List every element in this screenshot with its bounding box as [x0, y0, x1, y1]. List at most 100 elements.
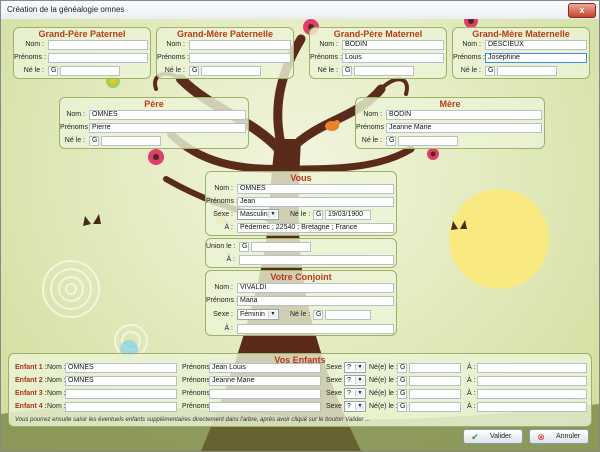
ne-le-input[interactable]	[101, 136, 161, 146]
child-sexe-select[interactable]: ? ▼	[344, 388, 366, 399]
ne-le-prefix[interactable]: G	[48, 66, 58, 76]
prenoms-input[interactable]	[48, 53, 148, 63]
ne-le-prefix[interactable]: G	[313, 310, 323, 320]
ne-le-prefix[interactable]: G	[342, 66, 352, 76]
child-label: Enfant 3 :	[15, 390, 47, 397]
child-nee-le-prefix[interactable]: G	[397, 389, 407, 399]
child-prenoms-input[interactable]	[209, 389, 321, 399]
child-prenoms-input[interactable]: Jeanne Marie	[209, 376, 321, 386]
prenoms-label: Prénoms :	[157, 54, 189, 61]
child-label: Enfant 4 :	[15, 403, 47, 410]
nom-label: Nom :	[47, 364, 66, 371]
nom-input[interactable]: OMNES	[89, 110, 246, 120]
prenoms-input[interactable]: Louis	[342, 53, 444, 63]
prenoms-input[interactable]: Jean	[237, 197, 394, 207]
nee-le-label: Né(e) le :	[369, 390, 398, 397]
chevron-down-icon: ▼	[268, 211, 277, 218]
ne-le-input[interactable]: 19/03/1900	[325, 210, 371, 220]
child-nee-le-input[interactable]	[409, 402, 461, 412]
ne-le-prefix[interactable]: G	[386, 136, 396, 146]
ne-le-prefix[interactable]: G	[313, 210, 323, 220]
child-nom-input[interactable]: OMNES	[65, 363, 177, 373]
child-sexe-select[interactable]: ? ▼	[344, 375, 366, 386]
nom-input[interactable]: DESCIEUX	[485, 40, 587, 50]
child-sexe-select[interactable]: ? ▼	[344, 401, 366, 412]
child-lieu-input[interactable]	[477, 389, 587, 399]
panel-grand-pere-maternel: Grand-Père Maternel Nom : BODIN Prénoms …	[309, 27, 447, 79]
sexe-label: Sexe :	[326, 403, 346, 410]
child-prenoms-input[interactable]	[209, 402, 321, 412]
sexe-select[interactable]: Masculin ▼	[237, 209, 279, 220]
child-lieu-input[interactable]	[477, 402, 587, 412]
nom-label: Nom :	[462, 41, 481, 48]
nom-input[interactable]	[189, 40, 291, 50]
sexe-select[interactable]: Féminin ▼	[237, 309, 279, 320]
prenoms-label: Prénoms :	[14, 54, 46, 61]
nom-label: Nom :	[363, 111, 382, 118]
child-nee-le-prefix[interactable]: G	[397, 363, 407, 373]
child-nom-input[interactable]	[65, 389, 177, 399]
panel-title: Grand-Mère Paternelle	[176, 29, 274, 39]
child-lieu-input[interactable]	[477, 376, 587, 386]
nom-input[interactable]: OMNES	[237, 184, 394, 194]
prenoms-input[interactable]: Jeanne Marie	[386, 123, 542, 133]
lieu-input[interactable]: Pédernec ; 22540 ; Bretagne ; France	[237, 223, 394, 233]
a-label: À :	[226, 256, 235, 263]
valider-label: Valider	[490, 433, 512, 440]
prenoms-input[interactable]	[189, 53, 291, 63]
a-label: À :	[467, 377, 476, 384]
panel-grand-mere-paternelle: Grand-Mère Paternelle Nom : Prénoms : Né…	[156, 27, 294, 79]
ne-le-label: Né le :	[317, 67, 338, 74]
union-lieu-input[interactable]	[239, 255, 394, 265]
panel-title: Vous	[290, 173, 312, 183]
child-sexe-select[interactable]: ? ▼	[344, 362, 366, 373]
prenoms-input[interactable]: Maria	[237, 296, 394, 306]
sexe-label: Sexe :	[326, 364, 346, 371]
nom-label: Nom :	[66, 111, 85, 118]
ne-le-input[interactable]	[398, 136, 458, 146]
ne-le-input[interactable]	[325, 310, 371, 320]
child-lieu-input[interactable]	[477, 363, 587, 373]
nom-input[interactable]: VIVALDI	[237, 283, 394, 293]
nom-label: Nom :	[47, 377, 66, 384]
ne-le-prefix[interactable]: G	[89, 136, 99, 146]
union-le-prefix[interactable]: G	[239, 242, 249, 252]
a-label: À :	[224, 325, 233, 332]
nom-input[interactable]	[48, 40, 148, 50]
panel-pere: Père Nom : OMNES Prénoms : Pierre Né le …	[59, 97, 249, 149]
annuler-button[interactable]: ⊗ Annuler	[529, 429, 589, 444]
ne-le-input[interactable]	[201, 66, 261, 76]
nom-input[interactable]: BODIN	[386, 110, 542, 120]
panel-title: Grand-Père Maternel	[333, 29, 423, 39]
nom-label: Nom :	[214, 185, 233, 192]
sexe-value: ?	[347, 364, 351, 371]
prenoms-input[interactable]: Joséphine	[485, 53, 587, 63]
nom-label: Nom :	[214, 284, 233, 291]
panel-conjoint: Votre Conjoint Nom : VIVALDI Prénoms : M…	[205, 270, 397, 336]
panel-grand-mere-maternelle: Grand-Mère Maternelle Nom : DESCIEUX Pré…	[452, 27, 590, 79]
child-nee-le-prefix[interactable]: G	[397, 402, 407, 412]
child-nee-le-prefix[interactable]: G	[397, 376, 407, 386]
child-nee-le-input[interactable]	[409, 389, 461, 399]
panel-title: Mère	[439, 99, 461, 109]
ne-le-input[interactable]	[354, 66, 414, 76]
prenoms-input[interactable]: Pierre	[89, 123, 246, 133]
nom-input[interactable]: BODIN	[342, 40, 444, 50]
ne-le-input[interactable]	[497, 66, 557, 76]
ne-le-label: Né le :	[290, 211, 311, 218]
lieu-input[interactable]	[237, 324, 394, 334]
child-label: Enfant 1 :	[15, 364, 47, 371]
child-nom-input[interactable]: OMNES	[65, 376, 177, 386]
a-label: À :	[467, 390, 476, 397]
valider-button[interactable]: ✔ Valider	[463, 429, 523, 444]
ne-le-prefix[interactable]: G	[485, 66, 495, 76]
ne-le-prefix[interactable]: G	[189, 66, 199, 76]
child-nee-le-input[interactable]	[409, 376, 461, 386]
ne-le-input[interactable]	[60, 66, 120, 76]
close-button[interactable]: x	[568, 3, 596, 18]
child-nee-le-input[interactable]	[409, 363, 461, 373]
a-label: À :	[467, 403, 476, 410]
child-nom-input[interactable]	[65, 402, 177, 412]
child-prenoms-input[interactable]: Jean Louis	[209, 363, 321, 373]
union-le-input[interactable]	[251, 242, 311, 252]
